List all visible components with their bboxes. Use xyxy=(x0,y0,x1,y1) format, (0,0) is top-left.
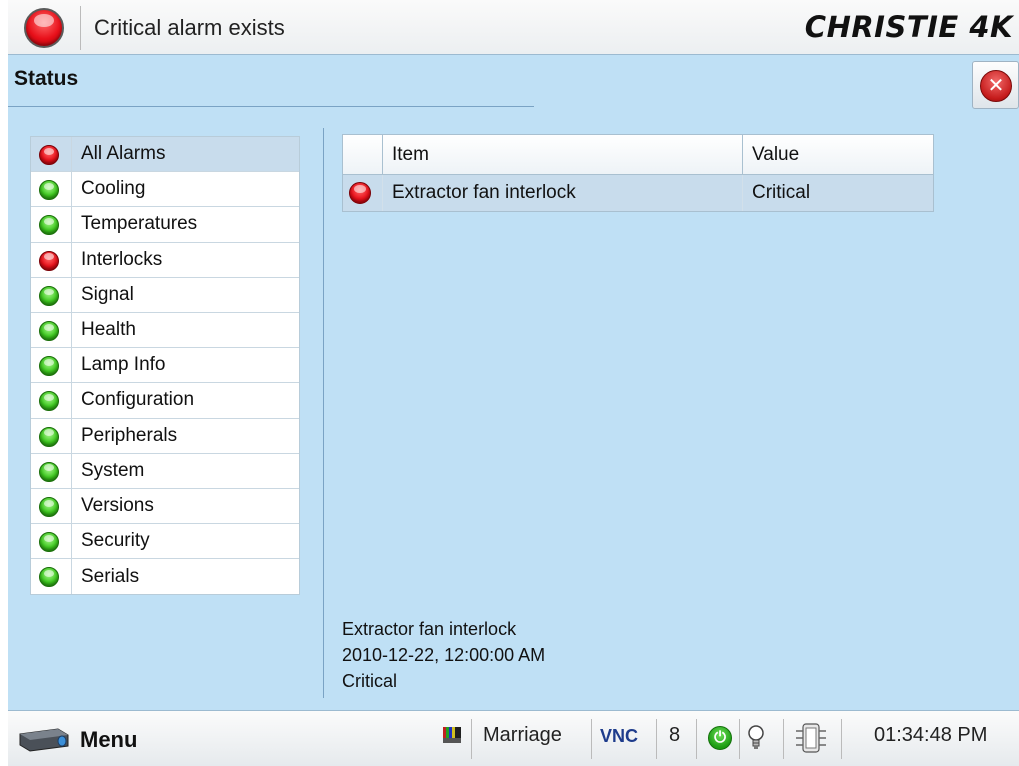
green-led-icon xyxy=(39,285,59,306)
category-item-interlocks[interactable]: Interlocks xyxy=(31,242,299,278)
green-led-icon xyxy=(39,532,59,553)
power-icon[interactable]: ⏻ xyxy=(708,726,732,750)
panel-divider xyxy=(323,128,324,698)
category-item-system[interactable]: System xyxy=(31,453,299,489)
category-item-security[interactable]: Security xyxy=(31,524,299,560)
category-label: Lamp Info xyxy=(81,354,166,376)
channel-label[interactable]: Marriage xyxy=(483,724,562,747)
alarm-table: Item Value Extractor fan interlock Critic… xyxy=(342,134,934,212)
test-pattern-icon[interactable] xyxy=(443,727,461,743)
category-status-cell xyxy=(31,348,72,383)
item-column-header[interactable]: Item xyxy=(383,135,743,174)
category-label: Health xyxy=(81,319,136,341)
row-value-cell: Critical xyxy=(752,182,811,203)
green-led-icon xyxy=(39,426,59,447)
green-led-icon xyxy=(39,496,59,517)
green-led-icon xyxy=(39,180,59,201)
status-category-list: All Alarms Cooling Temperatures Interlocks S… xyxy=(30,136,300,596)
category-status-cell xyxy=(31,453,72,488)
category-status-cell xyxy=(31,559,72,595)
status-separator xyxy=(656,719,657,759)
category-status-cell xyxy=(31,312,72,348)
category-item-lamp-info[interactable]: Lamp Info xyxy=(31,348,299,384)
green-led-icon xyxy=(39,461,59,482)
red-led-icon xyxy=(39,250,59,271)
status-separator xyxy=(591,719,592,759)
row-item-cell: Extractor fan interlock xyxy=(383,175,743,211)
category-label: Interlocks xyxy=(81,248,163,270)
page-title: Status xyxy=(14,67,79,90)
category-status-cell xyxy=(31,383,72,418)
category-label: Versions xyxy=(81,494,154,516)
header-bar: Critical alarm exists CHRISTIE 4K xyxy=(8,0,1019,55)
category-status-cell xyxy=(31,277,72,312)
header-divider xyxy=(80,6,81,50)
lamp-icon[interactable] xyxy=(746,723,766,753)
category-status-cell xyxy=(31,418,72,453)
category-status-cell xyxy=(31,207,72,242)
row-status-cell xyxy=(343,175,383,211)
category-label: Peripherals xyxy=(81,424,178,446)
brand-logo: CHRISTIE 4K xyxy=(804,10,1013,44)
category-label: Signal xyxy=(81,283,134,305)
close-icon: ✕ xyxy=(980,70,1012,102)
green-led-icon xyxy=(39,567,59,588)
category-status-cell xyxy=(31,137,72,172)
status-separator xyxy=(696,719,697,759)
category-label: Temperatures xyxy=(81,213,198,235)
category-status-cell xyxy=(31,242,72,277)
category-label: Serials xyxy=(81,565,140,587)
green-led-icon xyxy=(39,215,59,236)
category-label: All Alarms xyxy=(81,143,166,165)
detail-item: Extractor fan interlock xyxy=(342,619,517,639)
menu-button[interactable]: Menu xyxy=(12,717,162,761)
critical-alarm-led-icon[interactable] xyxy=(24,8,64,48)
category-label: System xyxy=(81,459,145,481)
projector-icon xyxy=(19,728,69,752)
green-led-icon xyxy=(39,356,59,377)
category-label: Configuration xyxy=(81,389,195,411)
close-button[interactable]: ✕ xyxy=(972,61,1019,109)
status-separator xyxy=(739,719,740,759)
table-body: Extractor fan interlock Critical xyxy=(343,175,933,211)
value-column-header[interactable]: Value xyxy=(743,135,933,174)
title-divider xyxy=(8,106,534,107)
projector-status-screen: Critical alarm exists CHRISTIE 4K Status… xyxy=(8,0,1019,766)
category-label: Security xyxy=(81,530,150,552)
alarm-details: Extractor fan interlock 2010-12-22, 12:0… xyxy=(342,616,545,694)
bottom-status-bar: Menu Marriage VNC 8 ⏻ 01:34:48 PM xyxy=(8,710,1019,766)
category-item-versions[interactable]: Versions xyxy=(31,488,299,525)
green-led-icon xyxy=(39,320,59,341)
category-item-cooling[interactable]: Cooling xyxy=(31,172,299,208)
vnc-indicator[interactable]: VNC xyxy=(600,726,638,747)
category-status-cell xyxy=(31,524,72,559)
status-separator xyxy=(471,719,472,759)
menu-label: Menu xyxy=(80,727,138,752)
category-item-health[interactable]: Health xyxy=(31,312,299,349)
status-separator xyxy=(783,719,784,759)
table-row[interactable]: Extractor fan interlock Critical xyxy=(343,175,933,211)
status-separator xyxy=(841,719,842,759)
count-indicator[interactable]: 8 xyxy=(669,724,680,747)
category-label: Cooling xyxy=(81,178,146,200)
category-item-all-alarms[interactable]: All Alarms xyxy=(31,137,299,173)
table-header: Item Value xyxy=(343,135,933,175)
category-status-cell xyxy=(31,488,72,524)
category-item-peripherals[interactable]: Peripherals xyxy=(31,418,299,454)
shutter-icon[interactable] xyxy=(794,721,828,755)
detail-timestamp: 2010-12-22, 12:00:00 AM xyxy=(342,645,546,665)
red-led-icon xyxy=(39,145,59,165)
alarm-status-text: Critical alarm exists xyxy=(94,15,285,40)
status-column-header[interactable] xyxy=(343,135,383,174)
category-status-cell xyxy=(31,172,72,207)
category-item-configuration[interactable]: Configuration xyxy=(31,383,299,419)
red-led-icon xyxy=(349,182,371,204)
clock-time: 01:34:48 PM xyxy=(874,724,988,746)
category-item-temperatures[interactable]: Temperatures xyxy=(31,207,299,243)
detail-severity: Critical xyxy=(342,671,398,691)
green-led-icon xyxy=(39,391,59,412)
category-item-signal[interactable]: Signal xyxy=(31,277,299,313)
category-item-serials[interactable]: Serials xyxy=(31,559,299,595)
